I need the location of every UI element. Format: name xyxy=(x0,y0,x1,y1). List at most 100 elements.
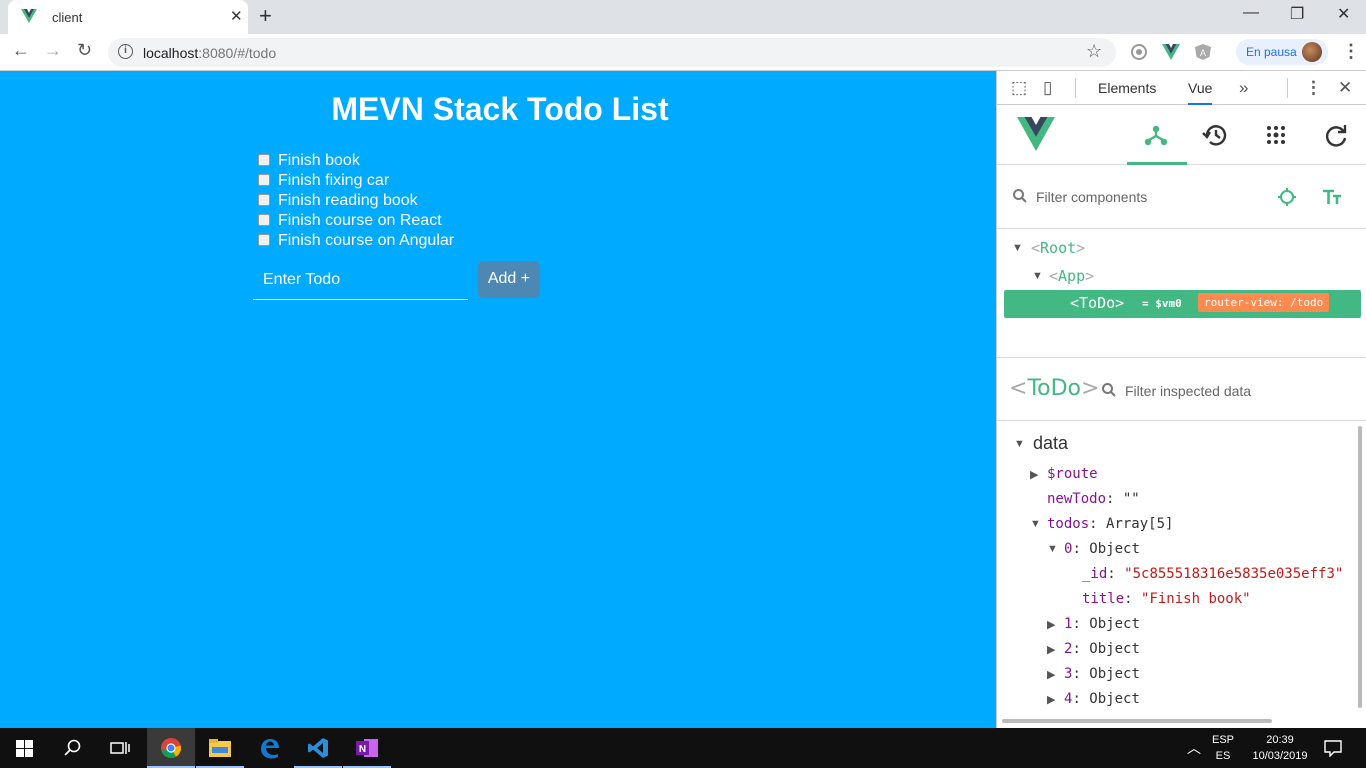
inspector-header: <ToDo> Filter inspected data xyxy=(997,357,1366,421)
devtools-panel: ⬚ ▯ Elements Vue » ⋮ ✕ Filter components… xyxy=(996,71,1366,728)
add-todo-button[interactable]: Add + xyxy=(478,261,540,298)
add-button-label: Add + xyxy=(487,270,531,287)
angular-extension-icon[interactable]: A xyxy=(1194,43,1212,61)
chrome-taskbar-button[interactable] xyxy=(147,728,195,768)
data-row[interactable]: 1: Object xyxy=(1064,616,1140,632)
data-row[interactable]: $route xyxy=(1047,466,1098,482)
filter-components-bar[interactable]: Filter components xyxy=(997,165,1366,229)
app-page: MEVN Stack Todo List Finish book Finish … xyxy=(0,71,996,728)
lang-code: ESP xyxy=(1212,734,1235,746)
refresh-icon[interactable] xyxy=(1321,120,1351,150)
format-names-icon[interactable] xyxy=(1322,188,1344,206)
address-bar[interactable]: i localhost:8080/#/todo ☆ xyxy=(108,38,1116,67)
onenote-icon: N xyxy=(356,739,378,757)
browser-toolbar: ← → ↻ i localhost:8080/#/todo ☆ A En pau… xyxy=(0,34,1366,71)
tab-vue[interactable]: Vue xyxy=(1188,80,1213,105)
data-row: newTodo: "" xyxy=(1047,491,1140,507)
search-icon xyxy=(1013,189,1027,203)
browser-menu-icon[interactable]: ⋮ xyxy=(1342,41,1360,62)
filter-data-input[interactable]: Filter inspected data xyxy=(1125,383,1251,399)
expand-arrow-icon[interactable]: ▶ xyxy=(1047,668,1055,681)
edge-taskbar-button[interactable] xyxy=(245,728,293,768)
reload-icon[interactable]: ↻ xyxy=(77,40,92,61)
bookmark-star-icon[interactable]: ☆ xyxy=(1086,41,1102,62)
data-row: _id: "5c855518316e5835e035eff3" xyxy=(1082,566,1344,582)
task-view-button[interactable] xyxy=(96,728,144,768)
todo-checkbox[interactable] xyxy=(258,234,270,246)
keyboard-layout: ES xyxy=(1215,750,1231,762)
horizontal-scrollbar[interactable] xyxy=(1002,719,1272,723)
tree-node-todo-selected[interactable]: <ToDo> = $vm0 router-view: /todo xyxy=(1004,290,1361,318)
browser-tab-strip: client ✕ + — ❐ ✕ xyxy=(0,0,1366,34)
svg-text:A: A xyxy=(1200,48,1206,58)
data-row[interactable]: 2: Object xyxy=(1064,641,1140,657)
url-text: localhost:8080/#/todo xyxy=(143,45,277,61)
tab-elements[interactable]: Elements xyxy=(1098,80,1156,96)
show-hidden-icons-icon[interactable]: ︿ xyxy=(1187,738,1201,758)
expand-arrow-icon[interactable]: ▶ xyxy=(1047,618,1055,631)
todo-checkbox[interactable] xyxy=(258,214,270,226)
expand-arrow-icon[interactable]: ▶ xyxy=(1030,468,1038,481)
more-tabs-icon[interactable]: » xyxy=(1239,78,1248,98)
language-indicator[interactable]: ESP ES xyxy=(1212,732,1234,764)
data-row[interactable]: 3: Object xyxy=(1064,666,1140,682)
file-explorer-taskbar-button[interactable] xyxy=(196,728,244,768)
profile-label: En pausa xyxy=(1246,45,1297,59)
task-view-icon xyxy=(110,742,130,754)
data-row[interactable]: 0: Object xyxy=(1064,541,1140,557)
vertical-scrollbar[interactable] xyxy=(1358,426,1362,708)
expand-arrow-icon[interactable]: ▶ xyxy=(1047,693,1055,706)
restore-icon[interactable]: ❐ xyxy=(1290,4,1304,24)
close-devtools-icon[interactable]: ✕ xyxy=(1338,78,1352,98)
todo-input-placeholder: Enter Todo xyxy=(263,271,341,288)
tree-node-app[interactable]: <App> xyxy=(1049,267,1094,285)
device-toolbar-icon[interactable]: ▯ xyxy=(1043,78,1052,98)
data-section-header[interactable]: data xyxy=(1033,433,1068,454)
browser-tab[interactable]: client ✕ xyxy=(8,0,248,34)
vscode-taskbar-button[interactable] xyxy=(294,728,342,768)
todo-checkbox[interactable] xyxy=(258,194,270,206)
close-tab-icon[interactable]: ✕ xyxy=(230,7,243,25)
filter-components-input[interactable]: Filter components xyxy=(1036,189,1147,205)
devtools-menu-icon[interactable]: ⋮ xyxy=(1305,78,1322,98)
forward-icon[interactable]: → xyxy=(44,40,62,61)
data-row: title: "Finish book" xyxy=(1082,591,1251,607)
inspected-data: ▼ data ▶ $route newTodo: "" ▼ todos: Arr… xyxy=(997,421,1366,721)
inspect-element-icon[interactable]: ⬚ xyxy=(1011,78,1027,98)
inspected-component-name: <ToDo> xyxy=(1009,376,1100,401)
collapse-arrow-icon[interactable]: ▼ xyxy=(1014,438,1025,450)
vuex-events-icon[interactable] xyxy=(1261,120,1291,150)
select-component-icon[interactable] xyxy=(1277,187,1297,207)
start-button[interactable] xyxy=(0,728,48,768)
extension-icon[interactable] xyxy=(1130,43,1148,61)
todo-text: Finish course on Angular xyxy=(278,232,455,249)
search-icon xyxy=(64,739,81,756)
components-icon[interactable] xyxy=(1141,120,1171,150)
todo-checkbox[interactable] xyxy=(258,174,270,186)
vue-devtools-extension-icon[interactable] xyxy=(1162,43,1180,61)
collapse-arrow-icon[interactable]: ▼ xyxy=(1047,543,1058,555)
search-button[interactable] xyxy=(48,728,96,768)
site-info-icon[interactable]: i xyxy=(118,44,133,59)
history-icon[interactable] xyxy=(1201,120,1231,150)
minimize-icon[interactable]: — xyxy=(1243,4,1259,22)
todo-input[interactable]: Enter Todo xyxy=(253,261,468,300)
todo-text: Finish course on React xyxy=(278,212,442,229)
router-view-badge: router-view: /todo xyxy=(1198,293,1330,312)
tab-title: client xyxy=(52,10,83,25)
notifications-icon[interactable] xyxy=(1324,739,1342,757)
profile-button[interactable]: En pausa xyxy=(1236,39,1328,65)
todo-checkbox[interactable] xyxy=(258,154,270,166)
new-tab-button[interactable]: + xyxy=(259,3,272,29)
back-icon[interactable]: ← xyxy=(12,40,30,61)
tree-node-root[interactable]: <Root> xyxy=(1031,239,1085,257)
expand-arrow-icon[interactable]: ▼ xyxy=(1012,242,1023,254)
collapse-arrow-icon[interactable]: ▼ xyxy=(1030,518,1041,530)
expand-arrow-icon[interactable]: ▼ xyxy=(1032,270,1043,282)
onenote-taskbar-button[interactable]: N xyxy=(343,728,391,768)
expand-arrow-icon[interactable]: ▶ xyxy=(1047,643,1055,656)
data-row[interactable]: todos: Array[5] xyxy=(1047,516,1173,532)
data-row[interactable]: 4: Object xyxy=(1064,691,1140,707)
clock[interactable]: 20:39 10/03/2019 xyxy=(1244,732,1316,764)
close-window-icon[interactable]: ✕ xyxy=(1337,4,1350,24)
